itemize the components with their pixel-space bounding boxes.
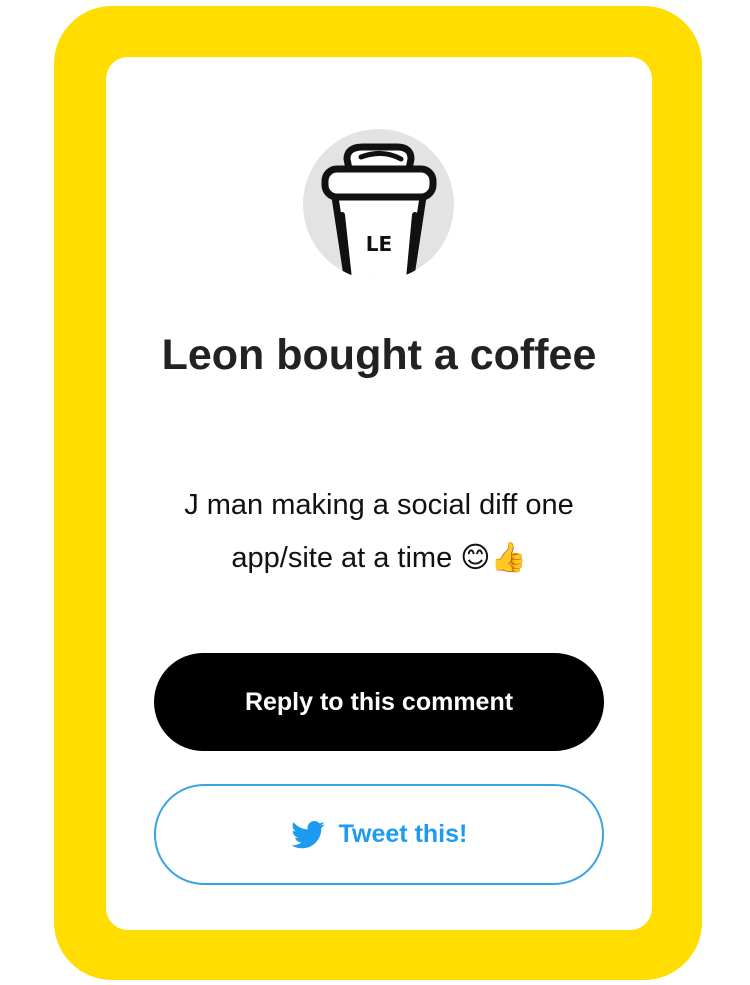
- tweet-button[interactable]: Tweet this!: [154, 784, 604, 885]
- twitter-bird-icon: [290, 820, 325, 849]
- yellow-frame: LE Leon bought a coffee J man making a s…: [54, 6, 702, 980]
- avatar: LE: [303, 129, 454, 280]
- page-title: Leon bought a coffee: [161, 331, 597, 379]
- comment-card: LE Leon bought a coffee J man making a s…: [106, 57, 652, 930]
- reply-button[interactable]: Reply to this comment: [154, 653, 604, 751]
- avatar-initials: LE: [366, 232, 392, 256]
- coffee-cup-icon: LE: [321, 143, 437, 280]
- reply-button-label: Reply to this comment: [244, 687, 514, 716]
- tweet-button-label: Tweet this!: [338, 820, 468, 848]
- comment-message: J man making a social diff one app/site …: [184, 489, 574, 574]
